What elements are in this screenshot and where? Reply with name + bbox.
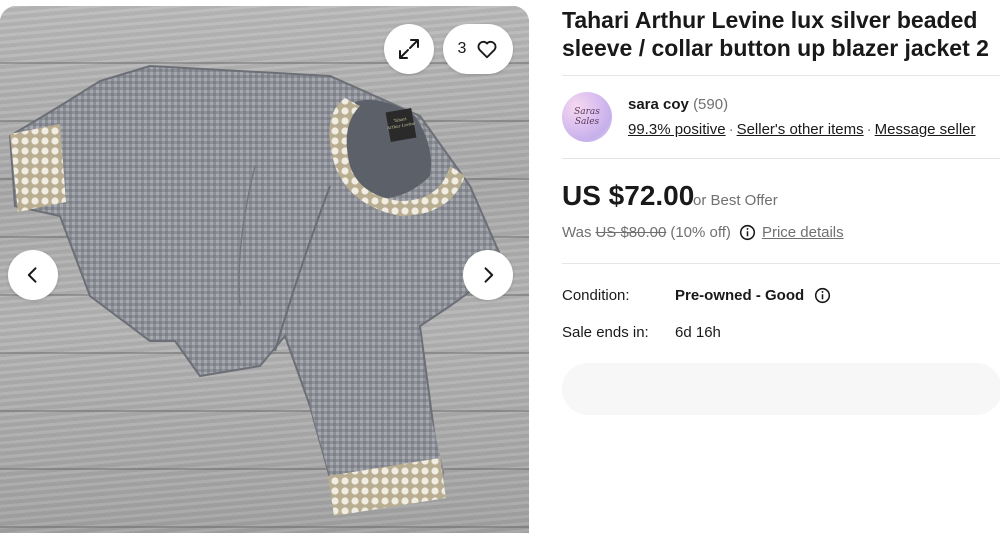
condition-value: Pre-owned - Good [675, 287, 805, 304]
chevron-left-icon [27, 267, 37, 283]
listing-title-line2: sleeve / collar button up blazer jacket … [562, 35, 989, 61]
separator: · [866, 121, 872, 138]
listing-title-line1: Tahari Arthur Levine lux silver beaded [562, 7, 978, 33]
previous-image-button[interactable] [8, 250, 58, 300]
heart-icon [478, 40, 497, 59]
condition-label: Condition: [562, 287, 630, 304]
next-image-button[interactable] [463, 250, 513, 300]
price-details-link[interactable]: Price details [762, 224, 844, 241]
info-icon [815, 287, 831, 304]
avatar-text-line1: Saras [574, 107, 600, 117]
divider [562, 263, 1000, 264]
avatar-text-line2: Sales [574, 117, 600, 127]
separator: · [728, 121, 734, 138]
seller-positive-feedback-link[interactable]: 99.3% positive [628, 121, 726, 138]
seller-name[interactable]: sara coy [628, 96, 689, 113]
seller-links: 99.3% positive · Seller's other items · Mess… [628, 121, 976, 138]
condition-row: Condition: Pre-owned - Good [562, 287, 831, 304]
condition-info-button[interactable] [814, 287, 831, 304]
listing-page: Tahari Arthur Levine 3 Tahari Arthur Lev… [0, 0, 1000, 533]
divider [562, 158, 1000, 159]
was-label: Was [562, 224, 592, 241]
message-seller-link[interactable]: Message seller [875, 121, 976, 138]
expand-image-button[interactable] [384, 24, 434, 74]
seller-feedback-count[interactable]: (590) [693, 96, 728, 113]
seller-avatar[interactable]: Saras Sales [562, 92, 612, 142]
favorite-count: 3 [457, 40, 467, 57]
expand-icon [399, 39, 419, 59]
chevron-right-icon [484, 267, 494, 283]
buy-it-now-button-placeholder[interactable] [562, 363, 1000, 415]
best-offer-text: or Best Offer [693, 192, 778, 209]
seller-other-items-link[interactable]: Seller's other items [737, 121, 864, 138]
was-price-line: Was US $80.00 (10% off) Price details [562, 224, 844, 241]
seller-info: sara coy (590) [628, 96, 728, 113]
sale-ends-value: 6d 16h [675, 324, 721, 341]
info-icon[interactable] [739, 224, 756, 241]
product-image-gallery[interactable]: Tahari Arthur Levine 3 [0, 6, 529, 533]
sale-ends-label: Sale ends in: [562, 324, 649, 341]
favorite-button[interactable]: 3 [443, 24, 513, 74]
listing-details-panel: Tahari Arthur Levine lux silver beaded s… [562, 0, 1000, 533]
divider [562, 75, 1000, 76]
product-photo-jacket: Tahari Arthur Levine [8, 64, 507, 516]
sale-ends-row: Sale ends in: 6d 16h [562, 324, 721, 341]
listing-title: Tahari Arthur Levine lux silver beaded s… [562, 6, 1000, 62]
discount-percent: (10% off) [670, 224, 731, 241]
price: US $72.00 [562, 180, 695, 211]
was-price: US $80.00 [595, 224, 667, 241]
